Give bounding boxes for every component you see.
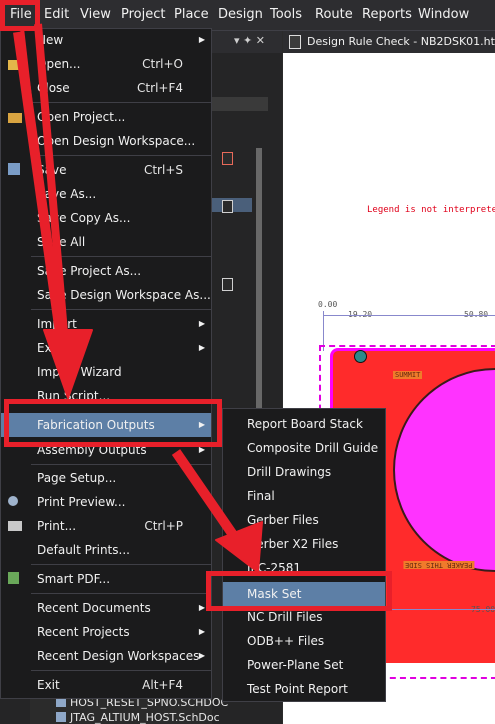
annotation-arrow-head <box>43 329 93 399</box>
annotation-arrows <box>13 23 263 573</box>
annotation-arrow-head <box>215 521 263 573</box>
annotation-arrow <box>171 449 245 548</box>
